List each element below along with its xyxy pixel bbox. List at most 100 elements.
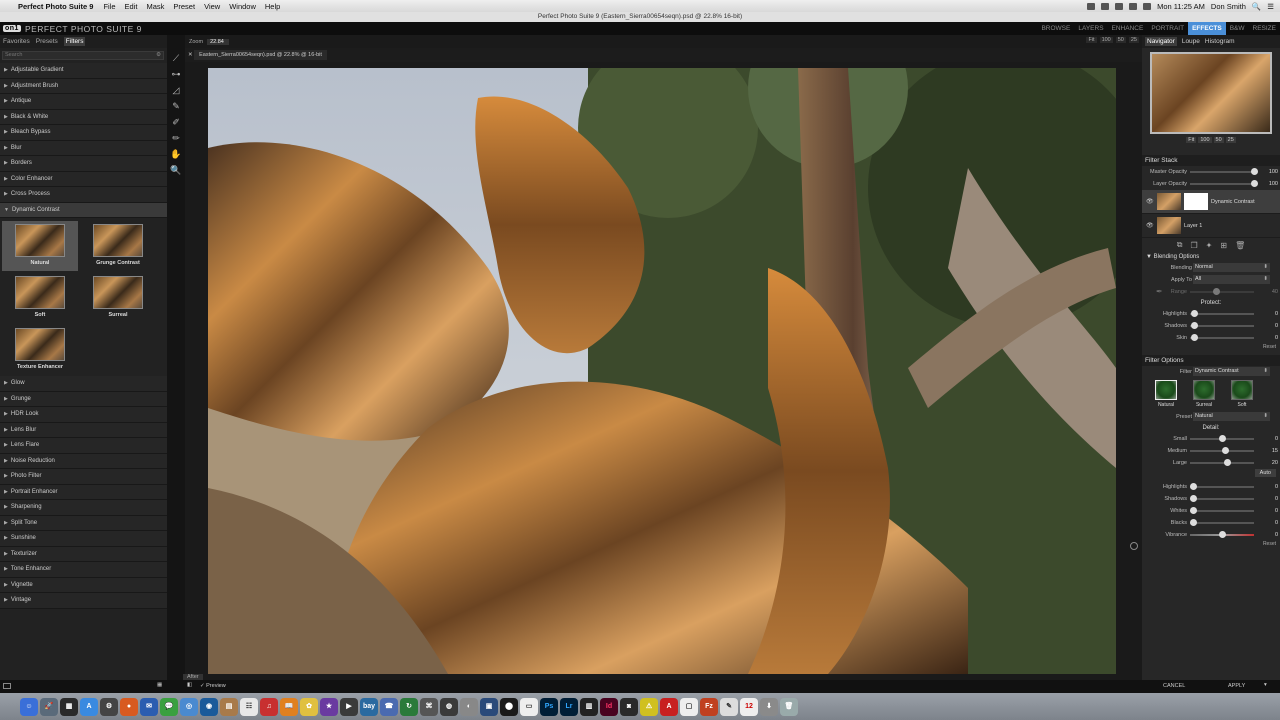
filter-item[interactable]: ▶ Vignette [0, 577, 167, 593]
refine-brush-icon[interactable]: ✏ [169, 131, 183, 145]
chat-icon[interactable]: ☎ [380, 697, 398, 716]
apply-to-select[interactable]: Apply To All [1142, 274, 1280, 286]
look-natural[interactable]: Natural [1154, 380, 1178, 408]
document-tab[interactable]: Eastern_Sierra00654seqn).psd @ 22.8% @ 1… [194, 50, 327, 60]
downloads-icon[interactable]: ⬇ [760, 697, 778, 716]
filter-item[interactable]: ▶ Borders [0, 156, 167, 172]
system-preferences-icon[interactable]: ⚙ [100, 697, 118, 716]
protect-highlights-slider[interactable]: Highlights 0 [1142, 308, 1280, 320]
ebay-icon[interactable]: bay [360, 697, 378, 716]
look-surreal[interactable]: Surreal [1192, 380, 1216, 408]
imovie-icon[interactable]: ★ [320, 697, 338, 716]
add-layer-icon[interactable]: ⊞ [1220, 241, 1227, 250]
tab-filters[interactable]: Filters [63, 37, 86, 46]
gradient-icon[interactable]: ◿ [169, 83, 183, 97]
module-portrait[interactable]: PORTRAIT [1147, 22, 1188, 35]
menu-window[interactable]: Window [229, 2, 256, 11]
cancel-button[interactable]: CANCEL [1163, 683, 1185, 689]
terminal-icon[interactable]: ⬤ [500, 697, 518, 716]
tab-navigator[interactable]: Navigator [1145, 37, 1177, 46]
menu-edit[interactable]: Edit [125, 2, 138, 11]
photo-app-icon[interactable]: ▣ [480, 697, 498, 716]
filter-select[interactable]: Filter Dynamic Contrast [1142, 366, 1280, 378]
filter-item[interactable]: ▶ Sunshine [0, 531, 167, 547]
nav-zoom-25[interactable]: 25 [1225, 137, 1236, 143]
master-opacity-slider[interactable]: Master Opacity 100 [1142, 166, 1280, 178]
filter-item[interactable]: ▶ Tone Enhancer [0, 562, 167, 578]
module-layers[interactable]: LAYERS [1074, 22, 1107, 35]
filter-options-header[interactable]: Filter Options [1142, 355, 1280, 366]
blending-reset-button[interactable]: Reset [1142, 344, 1280, 352]
after-label[interactable]: After [183, 674, 203, 680]
filter-item-dynamic-contrast[interactable]: ▼ Dynamic Contrast [0, 202, 167, 218]
camera-icon[interactable]: ◙ [620, 697, 638, 716]
slider-knob[interactable] [1191, 334, 1198, 341]
photos-icon[interactable]: ✿ [300, 697, 318, 716]
layer-mask-thumbnail[interactable] [1184, 193, 1208, 210]
highlights-slider[interactable]: Highlights 0 [1142, 481, 1280, 493]
navigator-thumbnail[interactable] [1150, 52, 1272, 134]
filter-item[interactable]: ▶ Cross Process [0, 187, 167, 203]
grid-view-icon[interactable]: ▦ [157, 682, 162, 688]
filter-item[interactable]: ▶ Grunge [0, 391, 167, 407]
filter-item[interactable]: ▶ Glow [0, 376, 167, 392]
filter-item[interactable]: ▶ Noise Reduction [0, 453, 167, 469]
lightroom-icon[interactable]: Lr [560, 697, 578, 716]
protect-shadows-slider[interactable]: Shadows 0 [1142, 320, 1280, 332]
layer-opacity-slider[interactable]: Layer Opacity 100 [1142, 178, 1280, 190]
search-options-icon[interactable]: ⚙ [156, 52, 161, 59]
filter-item[interactable]: ▶ Sharpening [0, 500, 167, 516]
slider-knob[interactable] [1190, 483, 1197, 490]
filezilla-icon[interactable]: Fz [700, 697, 718, 716]
protect-skin-slider[interactable]: Skin 0 [1142, 332, 1280, 344]
film-icon[interactable]: ▥ [580, 697, 598, 716]
tab-presets[interactable]: Presets [36, 38, 58, 45]
apply-options-icon[interactable]: ▾ [1264, 682, 1267, 688]
detail-small-slider[interactable]: Small 0 [1142, 433, 1280, 445]
finder-icon[interactable]: ☺ [20, 697, 38, 716]
apply-button[interactable]: APPLY [1228, 683, 1245, 689]
acrobat-icon[interactable]: A [660, 697, 678, 716]
photo-canvas[interactable] [208, 68, 1116, 674]
filter-item[interactable]: ▶ Color Enhancer [0, 171, 167, 187]
dropbox-icon[interactable] [1087, 2, 1096, 10]
menu-help[interactable]: Help [265, 2, 280, 11]
zoom-input[interactable]: 22.84 [207, 38, 230, 45]
transform-icon[interactable]: ⊶ [169, 67, 183, 81]
look-soft[interactable]: Soft [1230, 380, 1254, 408]
search-input[interactable]: Search ⚙ [2, 51, 164, 60]
hand-icon[interactable]: ✋ [169, 147, 183, 161]
menu-preset[interactable]: Preset [173, 2, 195, 11]
tab-favorites[interactable]: Favorites [3, 38, 30, 45]
filter-reset-button[interactable]: Reset [1142, 541, 1280, 549]
zoom-25-button[interactable]: 25 [1128, 37, 1139, 43]
slider-knob[interactable] [1251, 180, 1258, 187]
sync-icon[interactable]: ↻ [400, 697, 418, 716]
filter-item[interactable]: ▶ Lens Flare [0, 438, 167, 454]
range-slider[interactable]: ✒ Range 40 [1142, 286, 1280, 298]
blending-options-header[interactable]: ▼ Blending Options [1142, 252, 1280, 262]
warning-icon[interactable]: ⚠ [640, 697, 658, 716]
trash-bin-icon[interactable]: 🗑 [780, 697, 798, 716]
module-bw[interactable]: B&W [1226, 22, 1249, 35]
text-edit-icon[interactable]: ✎ [720, 697, 738, 716]
video-icon[interactable]: ▶ [340, 697, 358, 716]
preset-natural[interactable]: Natural [2, 221, 78, 271]
mail-icon[interactable]: ✉ [140, 697, 158, 716]
close-tab-icon[interactable]: ✕ [188, 52, 193, 58]
compare-icon[interactable]: ◧ [187, 682, 192, 688]
slider-knob[interactable] [1224, 459, 1231, 466]
firefox-icon[interactable]: ● [120, 697, 138, 716]
filter-item[interactable]: ▶ Portrait Enhancer [0, 484, 167, 500]
preview-checkbox[interactable]: ✓ Preview [200, 683, 226, 689]
app-menu[interactable]: Perfect Photo Suite 9 [18, 2, 93, 11]
volume-icon[interactable] [1129, 2, 1138, 10]
slider-knob[interactable] [1190, 507, 1197, 514]
messages-icon[interactable]: 💬 [160, 697, 178, 716]
preset-select[interactable]: Preset Natural [1142, 411, 1280, 423]
tab-loupe[interactable]: Loupe [1182, 38, 1200, 45]
filter-item[interactable]: ▶ Lens Blur [0, 422, 167, 438]
ibooks-icon[interactable]: 📖 [280, 697, 298, 716]
preset-surreal[interactable]: Surreal [80, 273, 156, 323]
slider-knob[interactable] [1251, 168, 1258, 175]
